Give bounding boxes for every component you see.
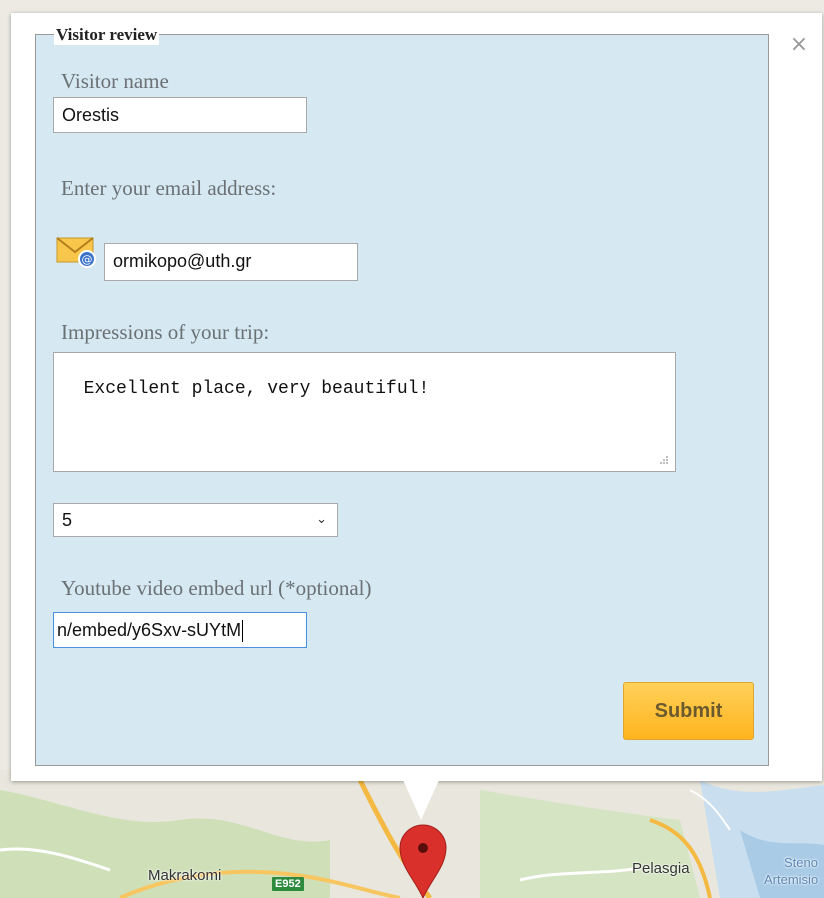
text-caret — [242, 620, 244, 643]
info-window-tail — [403, 780, 439, 820]
chevron-down-icon: ⌄ — [316, 512, 327, 527]
mail-icon: @ — [56, 237, 96, 268]
youtube-url-value: n/embed/y6Sxv-sUYtM — [57, 620, 242, 640]
visitor-name-input[interactable]: Orestis — [53, 97, 307, 133]
impressions-textarea[interactable]: Excellent place, very beautiful! — [53, 352, 676, 472]
youtube-url-label: Youtube video embed url (*optional) — [61, 576, 372, 600]
email-label: Enter your email address: — [61, 176, 277, 200]
email-input[interactable]: ormikopo@uth.gr — [104, 243, 358, 281]
rating-select[interactable]: 5 ⌄ — [53, 503, 338, 537]
youtube-url-input[interactable]: n/embed/y6Sxv-sUYtM — [53, 612, 307, 648]
visitor-name-label: Visitor name — [61, 69, 169, 93]
close-icon[interactable]: × — [786, 32, 812, 58]
impressions-label: Impressions of your trip: — [61, 320, 270, 344]
impressions-text: Excellent place, very beautiful! — [83, 379, 430, 399]
form-legend: Visitor review — [54, 25, 160, 45]
rating-value: 5 — [62, 510, 73, 530]
svg-text:@: @ — [82, 253, 93, 266]
submit-button[interactable]: Submit — [623, 682, 754, 740]
resize-grip-icon[interactable] — [659, 455, 669, 465]
